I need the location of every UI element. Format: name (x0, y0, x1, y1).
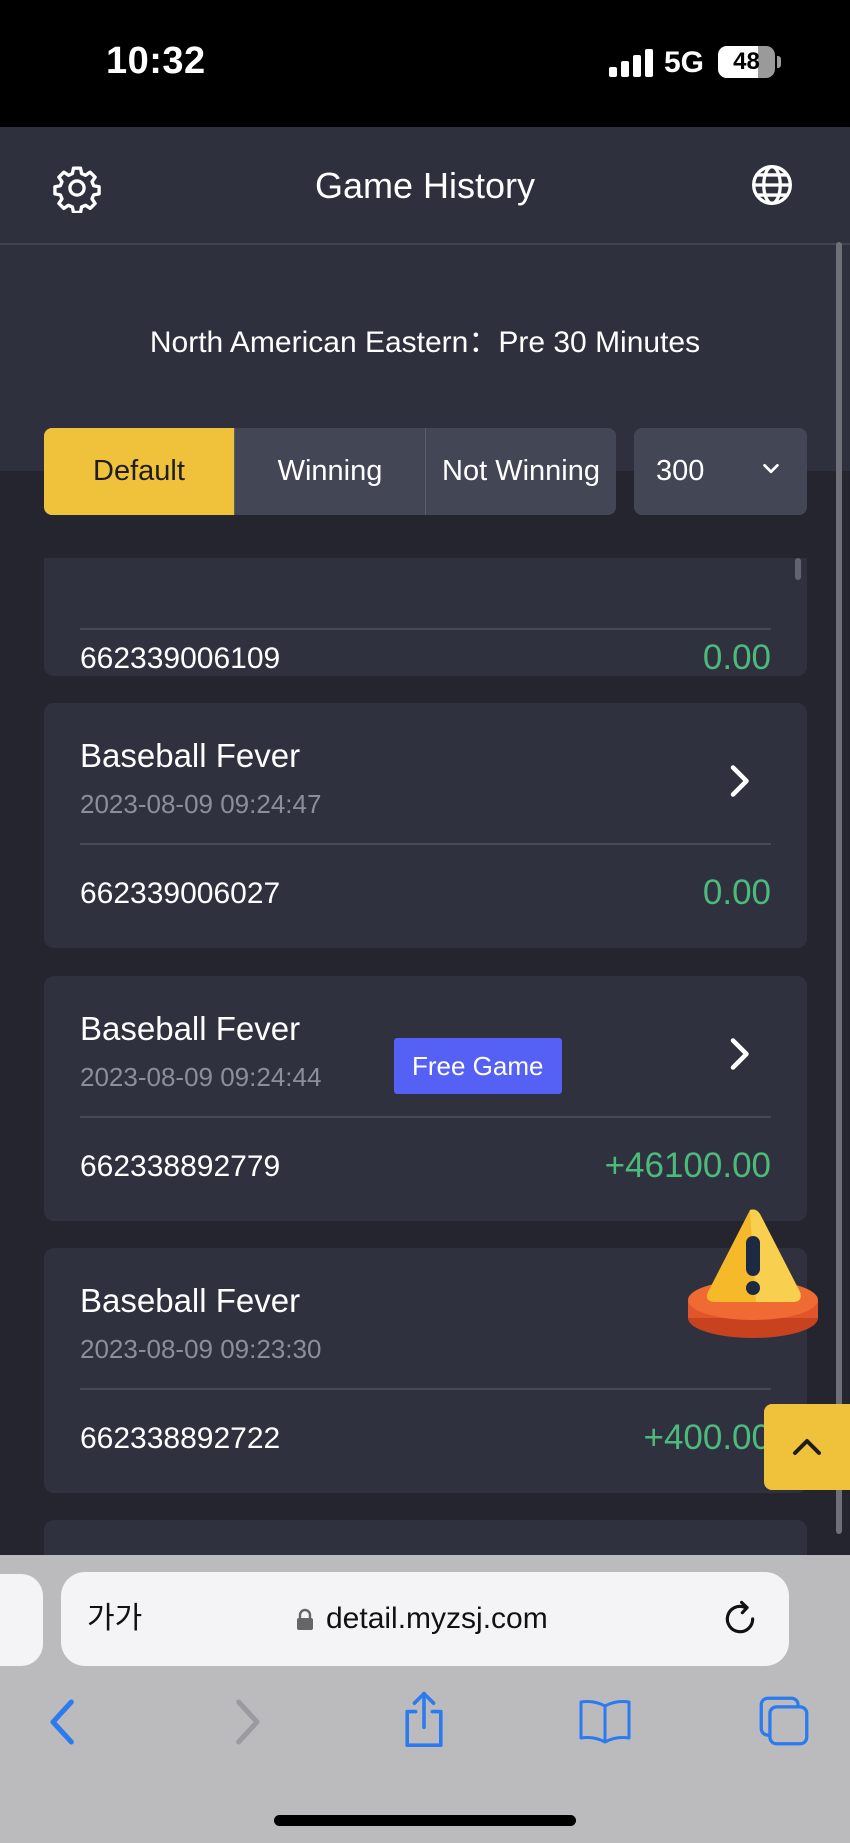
divider (80, 1388, 771, 1390)
signal-icon (609, 49, 655, 77)
network-type: 5G (664, 46, 705, 79)
previous-tab-peek[interactable] (0, 1574, 43, 1666)
history-record[interactable] (44, 1520, 807, 1555)
tabs-icon[interactable] (758, 1695, 810, 1747)
lock-icon (297, 1608, 313, 1630)
win-amount: 0.00 (702, 873, 771, 912)
divider (80, 1116, 771, 1118)
game-datetime: 2023-08-09 09:24:44 (80, 1062, 322, 1092)
win-amount: 0.00 (702, 638, 771, 677)
app-header: Game History (0, 127, 850, 245)
game-name: Baseball Fever (80, 1282, 301, 1319)
history-record[interactable]: Baseball Fever 2023-08-09 09:24:47 66233… (44, 703, 807, 948)
bookmarks-icon[interactable] (578, 1695, 632, 1747)
record-count-value: 300 (656, 455, 705, 487)
tab-winning[interactable]: Winning (235, 428, 426, 515)
warning-icon[interactable] (686, 1206, 820, 1340)
forward-icon[interactable] (230, 1697, 264, 1747)
win-amount: +400.00 (643, 1418, 772, 1457)
round-id: 662339006109 (80, 642, 281, 675)
status-time: 10:32 (106, 40, 206, 82)
win-amount: +46100.00 (604, 1146, 771, 1185)
battery-icon: 48 (718, 46, 775, 78)
home-indicator (274, 1815, 576, 1826)
chevron-right-icon[interactable] (727, 1036, 751, 1072)
game-datetime: 2023-08-09 09:23:30 (80, 1334, 322, 1364)
history-record[interactable]: 662339006109 0.00 (44, 558, 807, 677)
list-scroll-indicator (795, 558, 801, 580)
page-title: Game History (314, 165, 536, 206)
game-name: Baseball Fever (80, 1010, 301, 1047)
chevron-up-icon (793, 1439, 821, 1455)
round-id: 662339006027 (80, 877, 281, 910)
back-to-top-button[interactable] (764, 1404, 850, 1490)
chevron-down-icon (763, 463, 779, 474)
game-name: Baseball Fever (80, 737, 301, 774)
reload-icon[interactable] (721, 1600, 759, 1638)
divider (80, 628, 771, 630)
status-bar: 10:32 5G 48 (0, 0, 850, 127)
text-size-button[interactable]: 가가 (87, 1572, 142, 1666)
free-game-badge: Free Game (394, 1038, 562, 1094)
round-id: 662338892722 (80, 1422, 281, 1455)
globe-icon[interactable] (750, 163, 794, 207)
tab-default[interactable]: Default (44, 428, 235, 515)
battery-level: 48 (733, 48, 760, 75)
history-record[interactable]: Baseball Fever 2023-08-09 09:24:44 Free … (44, 976, 807, 1221)
url-text: detail.myzsj.com (326, 1602, 548, 1635)
timezone-notice: North American Eastern：Pre 30 Minutes (149, 326, 701, 359)
browser-toolbar: 가가 detail.myzsj.com (0, 1555, 850, 1843)
chevron-right-icon[interactable] (727, 763, 751, 799)
tab-not-winning[interactable]: Not Winning (426, 428, 616, 515)
filter-tabs: Default Winning Not Winning (44, 428, 616, 515)
page-scrollbar[interactable] (836, 242, 842, 1534)
back-icon[interactable] (46, 1697, 80, 1747)
round-id: 662338892779 (80, 1150, 281, 1183)
history-list[interactable]: 662339006109 0.00 Baseball Fever 2023-08… (0, 558, 850, 1555)
game-datetime: 2023-08-09 09:24:47 (80, 789, 322, 819)
address-bar[interactable]: 가가 detail.myzsj.com (61, 1572, 789, 1666)
share-icon[interactable] (400, 1690, 448, 1750)
divider (80, 843, 771, 845)
